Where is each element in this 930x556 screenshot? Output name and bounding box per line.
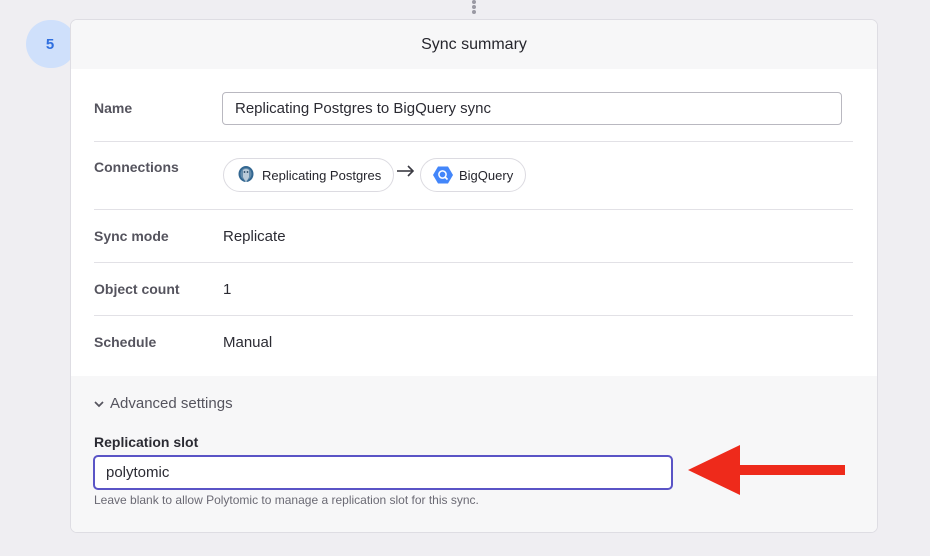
source-connection-name: Replicating Postgres xyxy=(262,167,382,183)
sync-mode-label: Sync mode xyxy=(94,228,169,244)
replication-slot-input[interactable]: polytomic xyxy=(93,455,673,490)
sync-name-input[interactable]: Replicating Postgres to BigQuery sync xyxy=(222,92,842,125)
divider xyxy=(94,209,853,210)
object-count-value: 1 xyxy=(223,281,232,298)
replication-slot-label: Replication slot xyxy=(94,434,199,450)
bigquery-icon xyxy=(432,164,454,186)
card-title: Sync summary xyxy=(71,20,877,69)
replication-slot-help: Leave blank to allow Polytomic to manage… xyxy=(94,493,479,507)
divider xyxy=(94,315,853,316)
right-arrow-icon xyxy=(397,165,415,177)
divider xyxy=(94,262,853,263)
advanced-settings-toggle[interactable]: Advanced settings xyxy=(92,395,233,412)
schedule-label: Schedule xyxy=(94,334,157,350)
connections-label: Connections xyxy=(94,159,179,175)
step-number-badge: 5 xyxy=(26,20,76,68)
target-connection-name: BigQuery xyxy=(459,167,514,183)
advanced-settings-label: Advanced settings xyxy=(110,395,233,412)
sync-mode-value: Replicate xyxy=(223,228,286,245)
target-connection-chip[interactable]: BigQuery xyxy=(420,158,527,192)
chevron-down-icon xyxy=(94,400,104,407)
step-connector xyxy=(471,0,477,14)
name-label: Name xyxy=(94,100,133,116)
sync-builder-stage: 5 Sync summary Name Replicating Postgres… xyxy=(0,0,930,556)
postgres-icon xyxy=(235,164,257,186)
schedule-value: Manual xyxy=(223,334,273,351)
source-connection-chip[interactable]: Replicating Postgres xyxy=(223,158,395,192)
object-count-label: Object count xyxy=(94,281,180,297)
annotation-arrow-icon xyxy=(688,445,845,495)
divider xyxy=(94,141,853,142)
